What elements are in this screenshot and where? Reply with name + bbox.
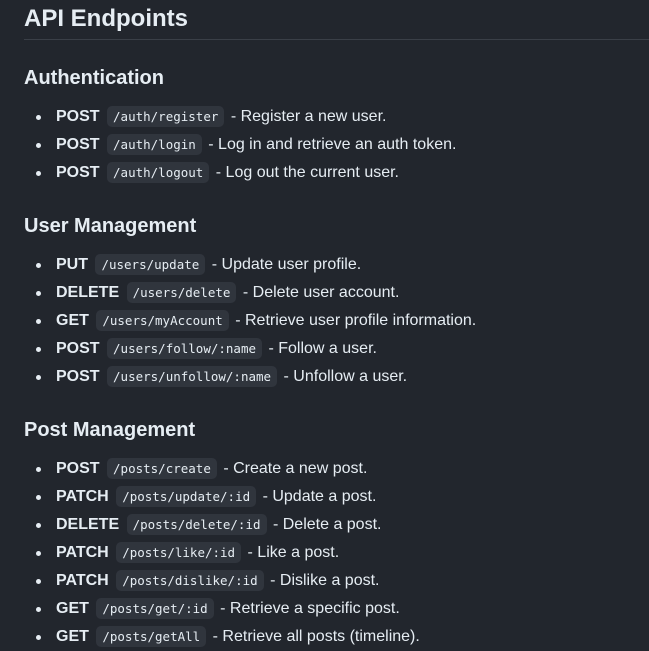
http-method: GET [56,628,89,645]
http-method: POST [56,164,100,181]
endpoint-description: - Delete a post. [272,516,382,533]
bullet-icon [36,291,41,296]
endpoint-item: GET /posts/get/:id - Retrieve a specific… [24,595,649,623]
http-method: POST [56,340,100,357]
endpoint-description: - Log out the current user. [215,164,399,181]
endpoint-item: PATCH /posts/dislike/:id - Dislike a pos… [24,567,649,595]
endpoint-path: /posts/dislike/:id [116,570,264,591]
endpoint-item: POST /users/unfollow/:name - Unfollow a … [24,363,649,391]
http-method: GET [56,600,89,617]
endpoint-description: - Register a new user. [230,108,387,125]
endpoint-description: - Delete user account. [242,284,400,301]
section-heading: Authentication [24,67,164,89]
http-method: DELETE [56,284,120,301]
endpoint-path: /users/follow/:name [107,338,263,359]
section-post-management: Post Management POST /posts/create - Cre… [24,391,649,651]
endpoint-path: /users/myAccount [96,310,229,331]
http-method: POST [56,108,100,125]
http-method: POST [56,460,100,477]
section-user-management: User Management PUT /users/update - Upda… [24,187,649,391]
bullet-icon [36,171,41,176]
bullet-icon [36,523,41,528]
endpoint-list: POST /posts/create - Create a new post. … [24,443,649,651]
bullet-icon [36,607,41,612]
bullet-icon [36,495,41,500]
endpoint-description: - Create a new post. [223,460,368,477]
endpoint-path: /posts/update/:id [116,486,257,507]
endpoint-item: POST /auth/register - Register a new use… [24,103,649,131]
endpoint-description: - Follow a user. [268,340,377,357]
endpoint-path: /posts/get/:id [96,598,214,619]
section-heading: User Management [24,215,197,237]
endpoint-path: /users/delete [126,282,237,303]
endpoint-item: GET /posts/getAll - Retrieve all posts (… [24,623,649,651]
endpoint-list: POST /auth/register - Register a new use… [24,91,649,187]
endpoint-description: - Retrieve a specific post. [220,600,400,617]
section-authentication: Authentication POST /auth/register - Reg… [24,40,649,187]
bullet-icon [36,115,41,120]
markdown-document: API Endpoints Authentication POST /auth/… [24,0,649,651]
endpoint-path: /users/unfollow/:name [107,366,278,387]
endpoint-item: POST /posts/create - Create a new post. [24,455,649,483]
http-method: PATCH [56,488,109,505]
endpoint-path: /auth/login [107,134,202,155]
endpoint-item: PUT /users/update - Update user profile. [24,251,649,279]
endpoint-path: /auth/logout [107,162,210,183]
bullet-icon [36,263,41,268]
bullet-icon [36,143,41,148]
bullet-icon [36,347,41,352]
bullet-icon [36,467,41,472]
endpoint-path: /posts/getAll [96,626,207,647]
section-heading: Post Management [24,419,196,441]
endpoint-item: GET /users/myAccount - Retrieve user pro… [24,307,649,335]
endpoint-item: DELETE /posts/delete/:id - Delete a post… [24,511,649,539]
http-method: PUT [56,256,88,273]
http-method: DELETE [56,516,120,533]
endpoint-description: - Update a post. [262,488,377,505]
bullet-icon [36,579,41,584]
endpoint-path: /users/update [95,254,206,275]
bullet-icon [36,319,41,324]
http-method: PATCH [56,544,109,561]
endpoint-description: - Retrieve all posts (timeline). [212,628,420,645]
endpoint-description: - Like a post. [247,544,340,561]
bullet-icon [36,551,41,556]
http-method: POST [56,136,100,153]
bullet-icon [36,635,41,640]
http-method: GET [56,312,89,329]
http-method: POST [56,368,100,385]
http-method: PATCH [56,572,109,589]
endpoint-description: - Retrieve user profile information. [235,312,477,329]
endpoint-item: DELETE /users/delete - Delete user accou… [24,279,649,307]
endpoint-item: POST /auth/login - Log in and retrieve a… [24,131,649,159]
endpoint-item: POST /users/follow/:name - Follow a user… [24,335,649,363]
bullet-icon [36,375,41,380]
endpoint-path: /posts/create [107,458,217,479]
endpoint-description: - Update user profile. [211,256,362,273]
endpoint-list: PUT /users/update - Update user profile.… [24,239,649,391]
endpoint-description: - Dislike a post. [270,572,380,589]
endpoint-description: - Unfollow a user. [283,368,408,385]
endpoint-description: - Log in and retrieve an auth token. [208,136,457,153]
endpoint-item: POST /auth/logout - Log out the current … [24,159,649,187]
endpoint-path: /posts/like/:id [116,542,242,563]
endpoint-item: PATCH /posts/update/:id - Update a post. [24,483,649,511]
endpoint-path: /auth/register [107,106,225,127]
endpoint-path: /posts/delete/:id [126,514,267,535]
page-title: API Endpoints [24,0,649,40]
endpoint-item: PATCH /posts/like/:id - Like a post. [24,539,649,567]
